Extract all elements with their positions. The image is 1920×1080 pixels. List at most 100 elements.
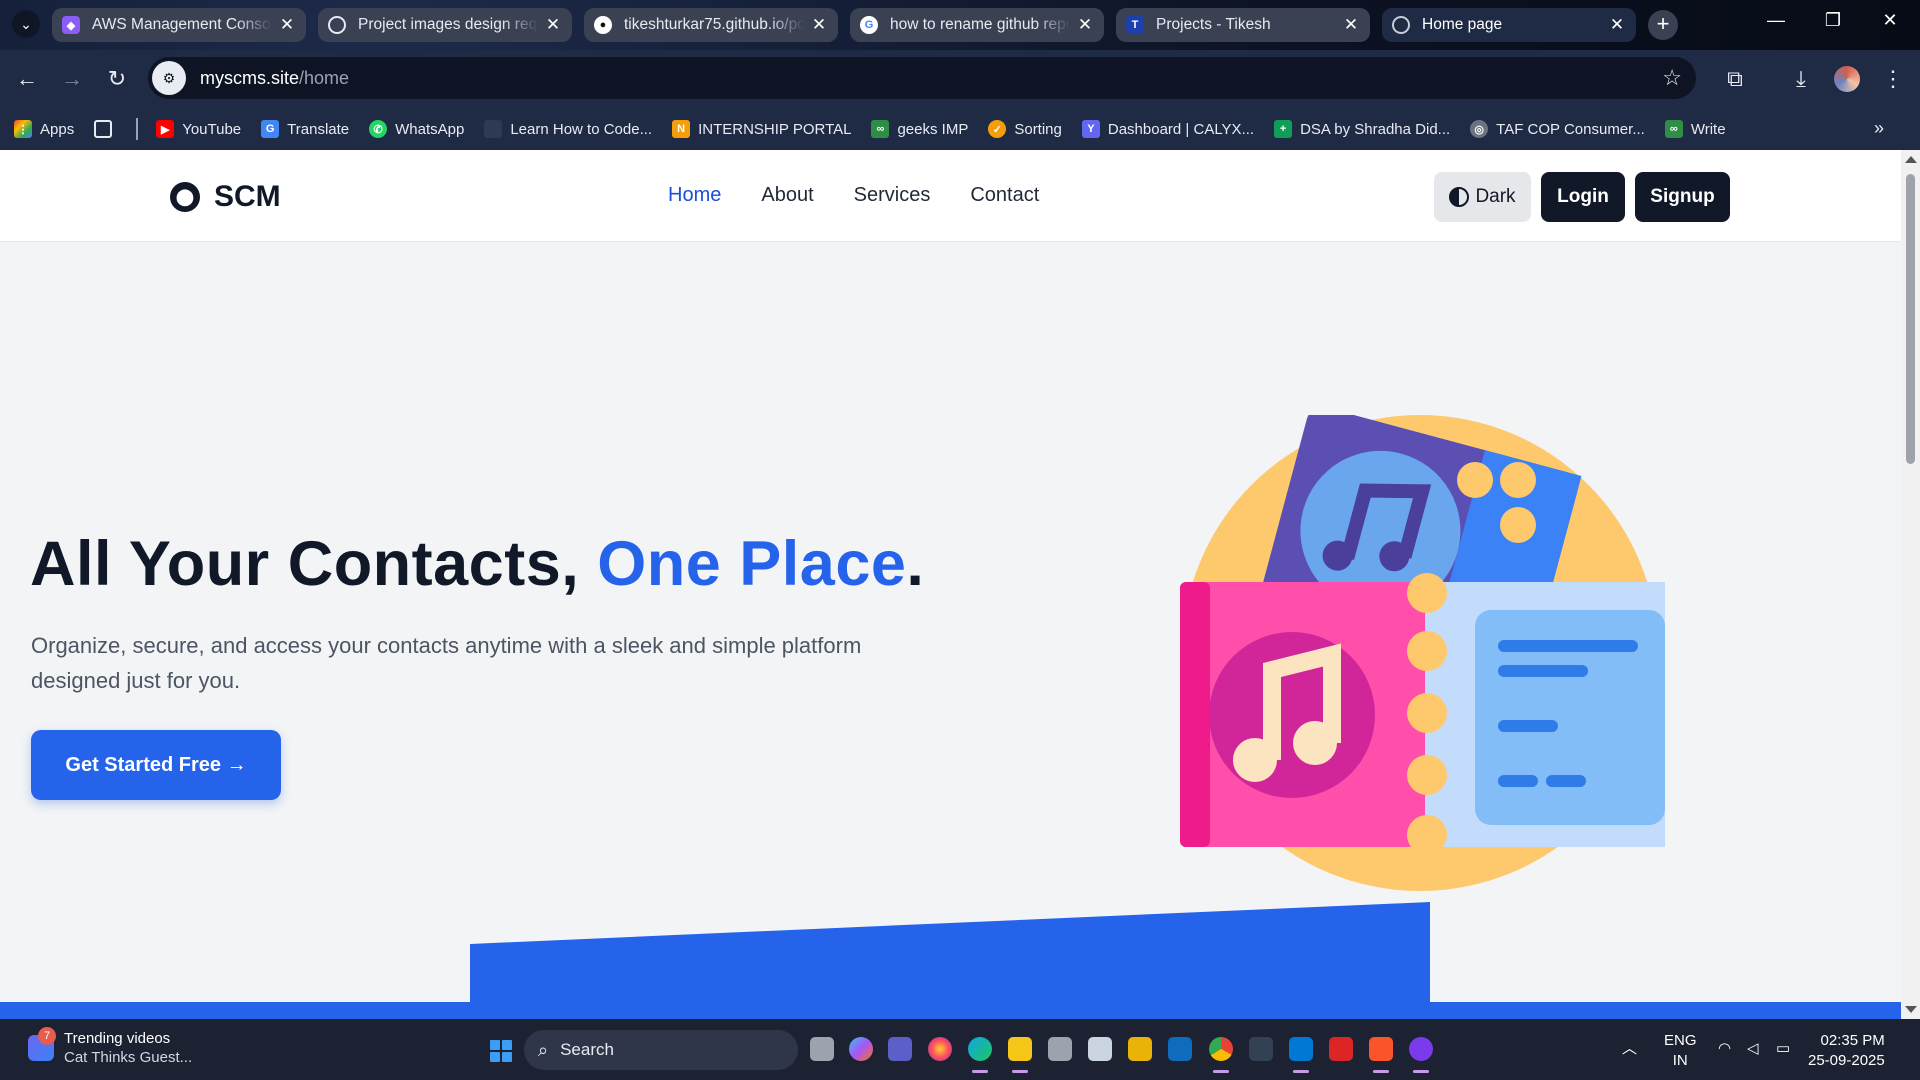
profile-avatar[interactable] bbox=[1834, 66, 1860, 92]
intellij-icon[interactable] bbox=[1329, 1037, 1353, 1061]
close-icon[interactable]: ✕ bbox=[1076, 15, 1094, 35]
teams-icon[interactable] bbox=[888, 1037, 912, 1061]
hero-illustration bbox=[1180, 415, 1665, 891]
bookmark-dsa-shradha[interactable]: + DSA by Shradha Did... bbox=[1274, 120, 1450, 138]
bookmark-separator bbox=[136, 118, 139, 140]
mysql-workbench-icon[interactable] bbox=[1249, 1037, 1273, 1061]
whatsapp-icon: ✆ bbox=[369, 120, 388, 138]
copilot-icon[interactable] bbox=[849, 1037, 873, 1061]
tab-projects-tikesh[interactable]: T Projects - Tikesh ✕ bbox=[1116, 8, 1370, 42]
system-clock[interactable]: 02:35 PM 25-09-2025 bbox=[1808, 1031, 1885, 1071]
download-icon[interactable]: ⤓ bbox=[1784, 62, 1818, 96]
taskbar-search[interactable]: ⌕ Search bbox=[524, 1030, 798, 1070]
bookmark-label: geeks IMP bbox=[897, 120, 969, 138]
firefox-icon[interactable] bbox=[928, 1037, 952, 1061]
address-bar[interactable]: ⚙ myscms.site/home ☆ bbox=[148, 57, 1696, 99]
photos-icon[interactable] bbox=[1048, 1037, 1072, 1061]
bookmark-write[interactable]: ∞ Write bbox=[1664, 120, 1726, 138]
windows-start-icon[interactable] bbox=[490, 1040, 512, 1062]
bookmark-internship-portal[interactable]: N INTERNSHIP PORTAL bbox=[672, 120, 851, 138]
reload-icon[interactable]: ↻ bbox=[100, 62, 134, 96]
bookmark-label: TAF COP Consumer... bbox=[1496, 120, 1645, 138]
bookmark-label: DSA by Shradha Did... bbox=[1300, 120, 1451, 138]
vscode-icon[interactable] bbox=[1289, 1037, 1313, 1073]
close-icon[interactable]: ✕ bbox=[810, 15, 828, 35]
edge-icon[interactable] bbox=[968, 1037, 992, 1073]
bookmark-apps[interactable]: ⋮ Apps bbox=[14, 120, 74, 138]
tab-search-button[interactable]: ⌄ bbox=[12, 10, 40, 38]
bookmark-geeks-imp[interactable]: ∞ geeks IMP bbox=[871, 120, 968, 138]
task-view-icon[interactable] bbox=[810, 1037, 834, 1061]
tab-title: Projects - Tikesh bbox=[1156, 16, 1271, 33]
close-icon[interactable]: ✕ bbox=[1608, 15, 1626, 35]
bookmark-whatsapp[interactable]: ✆ WhatsApp bbox=[369, 120, 464, 138]
tab-project-images[interactable]: Project images design request ✕ bbox=[318, 8, 572, 42]
brave-icon[interactable] bbox=[1369, 1037, 1393, 1073]
page-scrollbar[interactable] bbox=[1901, 150, 1920, 1019]
more-menu-icon[interactable]: ⋮ bbox=[1876, 62, 1910, 96]
github-desktop-icon[interactable] bbox=[1409, 1037, 1433, 1073]
tab-groups-button[interactable] bbox=[94, 120, 120, 138]
search-icon: ⌕ bbox=[538, 1039, 549, 1060]
sticky-notes-icon[interactable] bbox=[1128, 1037, 1152, 1061]
chrome-icon[interactable] bbox=[1209, 1037, 1233, 1073]
widget-title: Trending videos bbox=[64, 1030, 171, 1047]
sorting-icon: ✓ bbox=[988, 120, 1007, 138]
snipping-tool-icon[interactable] bbox=[1088, 1037, 1112, 1061]
bookmark-taf-cop[interactable]: ◎ TAF COP Consumer... bbox=[1470, 120, 1645, 138]
bookmark-label: YouTube bbox=[182, 120, 242, 138]
wifi-icon[interactable]: ◠ bbox=[1718, 1039, 1731, 1059]
bookmark-youtube[interactable]: ▶ YouTube bbox=[156, 120, 241, 138]
bookmark-label: Apps bbox=[40, 120, 75, 138]
scroll-down-arrow-icon[interactable] bbox=[1905, 1006, 1917, 1013]
browser-tab-strip: ⌄ ◆ AWS Management Console ✕ Project ima… bbox=[0, 0, 1920, 50]
extensions-icon[interactable]: ⧉ bbox=[1718, 62, 1752, 96]
restore-icon[interactable]: ❐ bbox=[1813, 10, 1853, 31]
bookmark-star-icon[interactable]: ☆ bbox=[1662, 65, 1682, 91]
close-icon[interactable]: ✕ bbox=[1342, 15, 1360, 35]
openai-icon bbox=[328, 16, 346, 34]
tab-home-page[interactable]: Home page ✕ bbox=[1382, 8, 1636, 42]
tab-google-search[interactable]: G how to rename github repository ✕ bbox=[850, 8, 1104, 42]
globe-icon bbox=[1392, 16, 1410, 34]
window-close-icon[interactable]: ✕ bbox=[1870, 10, 1910, 31]
bookmark-learn-code[interactable]: Learn How to Code... bbox=[484, 120, 652, 138]
video-widget-icon: 7 bbox=[28, 1027, 56, 1061]
search-placeholder: Search bbox=[560, 1040, 614, 1059]
widget-subtitle: Cat Thinks Guest... bbox=[64, 1049, 193, 1066]
code-icon bbox=[484, 120, 503, 138]
tab-aws-console[interactable]: ◆ AWS Management Console ✕ bbox=[52, 8, 306, 42]
forward-arrow-icon[interactable]: → bbox=[55, 62, 89, 96]
browser-toolbar: ← → ↻ ⚙ myscms.site/home ☆ ⧉ ⤓ ⋮ bbox=[0, 50, 1920, 108]
show-hidden-icons-chevron-icon[interactable]: ︿ bbox=[1622, 1039, 1637, 1059]
tab-title: AWS Management Console bbox=[92, 16, 272, 33]
outlook-icon[interactable] bbox=[1168, 1037, 1192, 1061]
file-explorer-icon[interactable] bbox=[1008, 1037, 1032, 1073]
bookmark-translate[interactable]: G Translate bbox=[261, 120, 349, 138]
bookmark-dashboard-calyx[interactable]: Y Dashboard | CALYX... bbox=[1081, 120, 1254, 138]
clock-time: 02:35 PM bbox=[1820, 1032, 1885, 1049]
chevron-double-right-icon[interactable]: » bbox=[1874, 118, 1884, 139]
url-path: /home bbox=[299, 67, 350, 88]
t-logo-icon: T bbox=[1126, 16, 1144, 34]
site-info-icon[interactable]: ⚙ bbox=[152, 61, 186, 95]
back-arrow-icon[interactable]: ← bbox=[10, 62, 44, 96]
tab-title: Project images design request bbox=[358, 16, 538, 33]
bookmark-sorting[interactable]: ✓ Sorting bbox=[988, 120, 1062, 138]
close-icon[interactable]: ✕ bbox=[278, 15, 296, 35]
widgets-button[interactable]: 7 Trending videos Cat Thinks Guest... bbox=[28, 1027, 193, 1067]
scroll-up-arrow-icon[interactable] bbox=[1905, 156, 1917, 163]
tab-github-portfolio[interactable]: ● tikeshturkar75.github.io/portfolio ✕ bbox=[584, 8, 838, 42]
bookmark-label: Translate bbox=[287, 120, 350, 138]
bookmarks-bar: ⋮ Apps ▶ YouTube G Translate ✆ WhatsApp … bbox=[0, 108, 1920, 150]
new-tab-button[interactable]: + bbox=[1648, 10, 1678, 40]
minimize-icon[interactable]: — bbox=[1756, 10, 1796, 31]
battery-icon[interactable]: ▭ bbox=[1776, 1039, 1790, 1059]
volume-icon[interactable]: ◁ bbox=[1747, 1039, 1759, 1059]
url-text[interactable]: myscms.site/home bbox=[200, 68, 349, 89]
language-indicator[interactable]: ENG IN bbox=[1664, 1031, 1697, 1071]
gfg-icon: ∞ bbox=[1664, 120, 1683, 138]
scrollbar-thumb[interactable] bbox=[1906, 174, 1915, 464]
bookmark-label: Learn How to Code... bbox=[510, 120, 653, 138]
close-icon[interactable]: ✕ bbox=[544, 15, 562, 35]
